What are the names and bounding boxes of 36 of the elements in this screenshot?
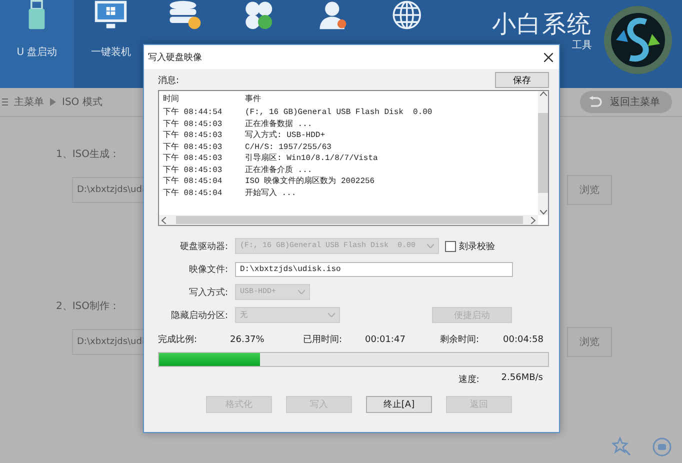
stat-label: 剩余时间: xyxy=(440,334,480,346)
log-event: (F:, 16 GB)General USB Flash Disk 0.00 xyxy=(245,107,434,118)
stat-value: 00:01:47 xyxy=(365,334,406,344)
stat-label: 已用时间: xyxy=(303,334,344,346)
log-event: 开始写入 ... xyxy=(245,188,298,199)
log-time: 下午 08:45:03 xyxy=(163,164,224,176)
field-label: 写入方式: xyxy=(188,286,229,298)
section-label: 1、ISO生成： xyxy=(56,148,120,161)
field-label: 硬盘驱动器: xyxy=(178,240,229,252)
log-time: 下午 08:44:54 xyxy=(163,107,224,118)
log-time: 下午 08:45:03 xyxy=(163,142,224,153)
brand-subtitle: 工具 xyxy=(572,39,592,52)
stat-value: 26.37% xyxy=(230,334,266,344)
log-time: 下午 08:45:04 xyxy=(163,176,224,188)
section-label: 2、ISO制作： xyxy=(56,300,120,313)
column-header: 时间 xyxy=(163,94,180,106)
log-event: 正在准备数据 ... xyxy=(245,118,314,130)
log-event: C/H/S: 1957/255/63 xyxy=(245,142,332,153)
speed-label: 速度: xyxy=(458,374,480,386)
field-label: 隐藏启动分区: xyxy=(170,310,229,322)
dialog-title: 写入硬盘映像 xyxy=(148,52,202,64)
log-event: 正在准备介质 ... xyxy=(245,164,314,176)
messages-label: 消息: xyxy=(158,74,180,86)
brand-name: 小白系统 xyxy=(492,10,592,38)
speed-value: 2.56MB/s xyxy=(501,373,543,385)
log-event: 写入方式: USB-HDD+ xyxy=(245,130,326,142)
log-event: ISO 映像文件的扇区数为 2002256 xyxy=(245,176,376,188)
log-time: 下午 08:45:04 xyxy=(163,188,224,199)
column-header: 事件 xyxy=(245,94,262,106)
stat-label: 完成比例: xyxy=(158,334,198,346)
log-time: 下午 08:45:03 xyxy=(163,153,224,164)
log-time: 下午 08:45:03 xyxy=(163,118,224,130)
field-label: 映像文件: xyxy=(188,264,229,276)
log-event: 引导扇区: Win10/8.1/8/7/Vista xyxy=(245,153,379,164)
stat-value: 00:04:58 xyxy=(503,334,544,344)
log-time: 下午 08:45:03 xyxy=(163,130,224,142)
